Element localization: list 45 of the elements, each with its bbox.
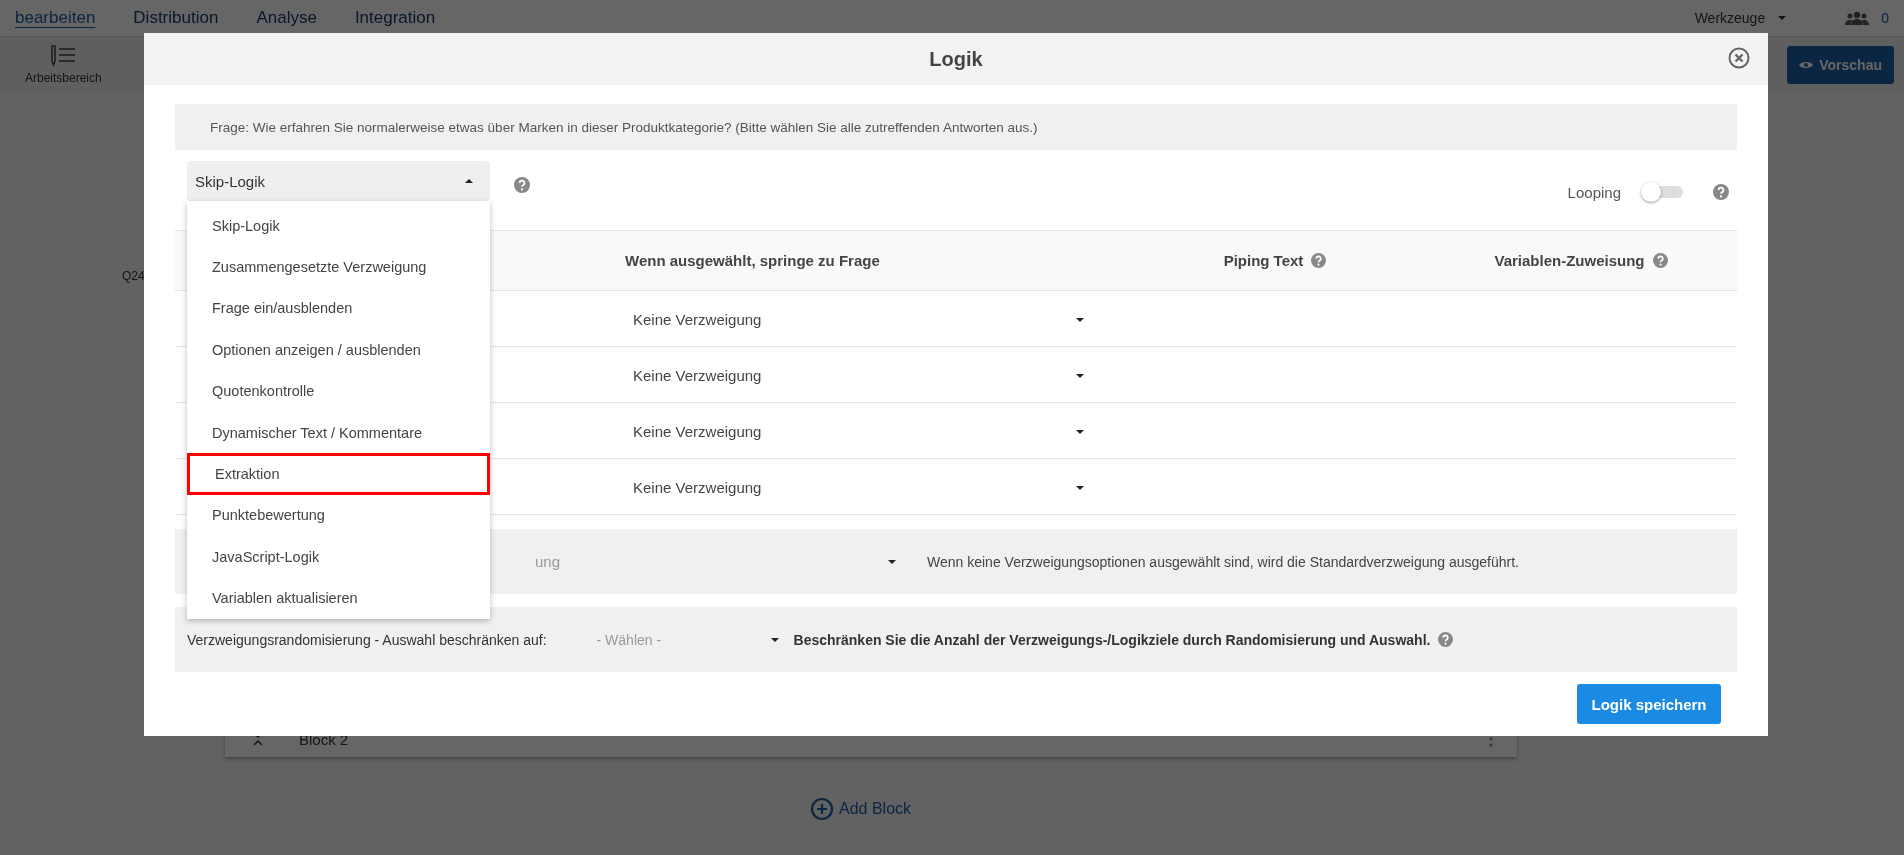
menu-item[interactable]: Skip-Logik (187, 205, 490, 247)
menu-item[interactable]: Optionen anzeigen / ausblenden (187, 329, 490, 371)
caret-icon (1075, 428, 1085, 435)
help-icon[interactable] (1311, 253, 1327, 268)
caret-icon (1075, 316, 1085, 323)
jump-select[interactable]: Keine Verzweigung (625, 311, 1085, 328)
jump-select[interactable]: Keine Verzweigung (625, 367, 1085, 384)
menu-item[interactable]: Extraktion (187, 453, 490, 495)
save-logic-button[interactable]: Logik speichern (1577, 684, 1721, 724)
help-icon[interactable] (1438, 632, 1454, 647)
menu-item[interactable]: Zusammengesetzte Verzweigung (187, 246, 490, 288)
menu-item[interactable]: Dynamischer Text / Kommentare (187, 411, 490, 454)
caret-icon (464, 178, 474, 184)
caret-icon (1075, 372, 1085, 379)
caret-icon (887, 558, 897, 565)
menu-item[interactable]: Frage ein/ausblenden (187, 287, 490, 330)
pencil-list-icon (49, 45, 78, 67)
jump-select[interactable]: Keine Verzweigung (625, 423, 1085, 440)
caret-icon (1777, 15, 1788, 21)
help-icon[interactable] (514, 177, 530, 193)
caret-icon (1075, 484, 1085, 491)
menu-item[interactable]: JavaScript-Logik (187, 536, 490, 578)
logic-type-select[interactable]: Skip-Logik (187, 161, 490, 201)
help-icon[interactable] (1652, 253, 1668, 268)
looping-label: Looping (1567, 183, 1621, 201)
randomization-label: Verzweigungsrandomisierung - Auswahl beschränken auf: (187, 631, 547, 648)
help-icon[interactable] (1713, 184, 1729, 200)
collaborator-count: 0 (1881, 10, 1889, 26)
question-text: Frage: Wie erfahren Sie normalerweise etwas über Marken in dieser Produktkategorie? (Bitte wählen Sie alle zutreffenden Antworten aus.) (175, 104, 1737, 150)
menu-item[interactable]: Quotenkontrolle (187, 370, 490, 412)
default-branch-note: Wenn keine Verzweigungsoptionen ausgewählt sind, wird die Standardverzweigung ausgeführt. (927, 553, 1519, 570)
caret-icon (769, 636, 780, 643)
menu-item[interactable]: Punktebewertung (187, 494, 490, 537)
column-header: Variablen-Zuweisung (1494, 252, 1645, 269)
menu-item[interactable]: Variablen aktualisieren (187, 577, 490, 619)
column-header: Wenn ausgewählt, springe zu Frage (625, 252, 880, 269)
users-icon[interactable] (1845, 11, 1870, 25)
randomization-note: Beschränken Sie die Anzahl der Verzweigungs-/Logikziele durch Randomisierung und Auswahl. (793, 631, 1431, 648)
close-icon[interactable] (1728, 47, 1750, 69)
eye-icon (1799, 60, 1814, 70)
jump-select[interactable]: Keine Verzweigung (625, 479, 1085, 496)
column-header: Piping Text (1223, 252, 1304, 269)
plus-circle-icon (810, 797, 834, 821)
dialog-title: Logik (929, 47, 983, 71)
question-number: Q24 (122, 269, 146, 283)
